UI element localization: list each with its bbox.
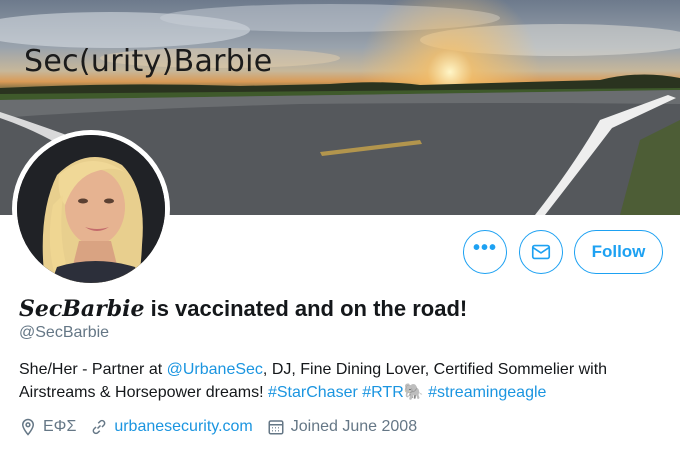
hashtag-rtr-link[interactable]: #RTR: [362, 384, 404, 401]
display-name: 𝑺𝒆𝒄𝑩𝒂𝒓𝒃𝒊𝒆 is vaccinated and on the road!: [19, 296, 467, 322]
more-options-button[interactable]: •••: [463, 230, 507, 274]
bio: She/Her - Partner at @UrbaneSec, DJ, Fin…: [19, 358, 659, 404]
more-icon: •••: [472, 237, 497, 259]
follow-button[interactable]: Follow: [574, 230, 663, 274]
location-text: ΕΦΣ: [43, 418, 77, 435]
hashtag-streamingeagle-link[interactable]: #streamingeagle: [428, 384, 546, 401]
avatar[interactable]: [12, 130, 170, 288]
calendar-icon: [268, 420, 284, 435]
link-icon: [92, 419, 106, 435]
location: ΕΦΣ: [19, 418, 76, 436]
hashtag-starchaser-link[interactable]: #StarChaser: [268, 384, 358, 401]
elephant-emoji: 🐘: [403, 384, 424, 401]
handle: @SecBarbie: [19, 324, 110, 341]
website: urbanesecurity.com: [90, 418, 253, 436]
display-name-rest: is vaccinated and on the road!: [144, 296, 468, 321]
joined-text: Joined June 2008: [290, 418, 418, 435]
bio-prefix: She/Her - Partner at: [19, 361, 167, 378]
display-name-styled: 𝑺𝒆𝒄𝑩𝒂𝒓𝒃𝒊𝒆: [19, 296, 145, 322]
joined-date: Joined June 2008: [267, 418, 417, 436]
message-button[interactable]: [519, 230, 563, 274]
mail-icon: [531, 244, 551, 260]
banner-title: Sec(urity)Barbie: [24, 44, 273, 79]
avatar-photo: [17, 135, 165, 283]
website-link[interactable]: urbanesecurity.com: [114, 418, 252, 436]
location-pin-icon: [21, 418, 35, 436]
bio-mention-link[interactable]: @UrbaneSec: [167, 361, 263, 378]
profile-meta: ΕΦΣ urbanesecurity.com Joined June 2008: [19, 418, 431, 436]
